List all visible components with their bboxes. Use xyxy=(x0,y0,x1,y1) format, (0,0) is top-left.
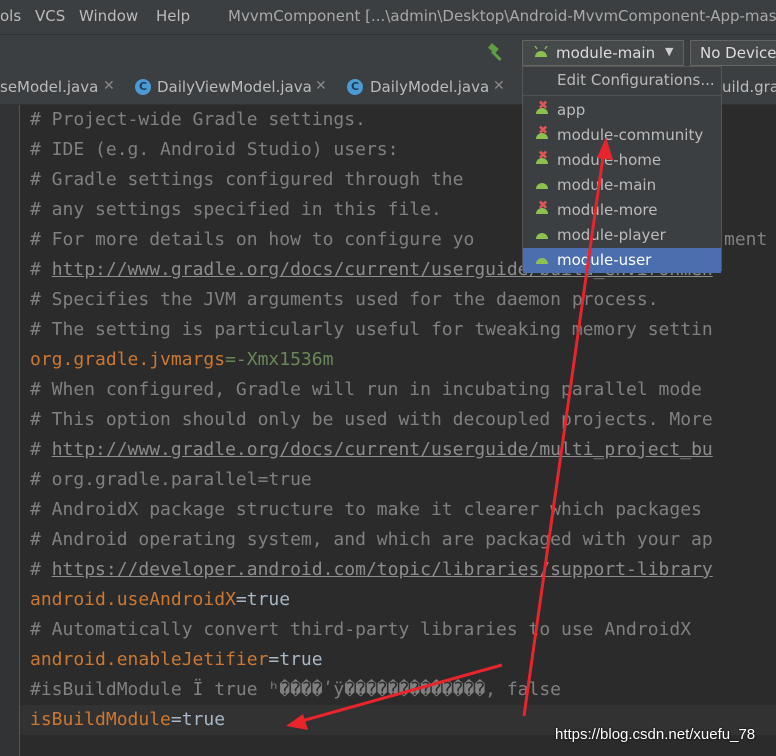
config-item-module-more[interactable]: ✖ module-more xyxy=(523,198,721,223)
code-line: # org.gradle.parallel=true xyxy=(30,469,312,490)
config-item-label: module-more xyxy=(557,201,658,219)
code-line: android.useAndroidX=true xyxy=(30,585,290,615)
config-item-label: module-user xyxy=(557,251,652,269)
tab-viewmodel[interactable]: seModel.java ✕ xyxy=(0,71,128,104)
config-item-module-user[interactable]: module-user xyxy=(523,248,721,273)
config-item-label: app xyxy=(557,101,586,119)
property-value: =-Xmx1536m xyxy=(225,349,334,370)
hammer-icon[interactable] xyxy=(486,42,508,64)
code-text: # xyxy=(30,259,52,280)
code-line: #isBuildModule Ï true ʰ����ʹÿ�����������… xyxy=(30,679,562,700)
code-line: # https://developer.android.com/topic/li… xyxy=(30,555,713,585)
config-item-label: module-main xyxy=(557,176,657,194)
property-value: =true xyxy=(170,709,226,730)
code-line: # any settings specified in this file. xyxy=(30,199,442,220)
property-value: =true xyxy=(268,649,323,670)
code-line: # Android operating system, and which ar… xyxy=(30,529,713,550)
code-line: # Automatically convert third-party libr… xyxy=(30,619,692,640)
close-icon[interactable]: ✕ xyxy=(315,78,327,94)
error-icon: ✖ xyxy=(538,123,549,137)
config-item-label: module-player xyxy=(557,226,666,244)
property-value: =true xyxy=(235,589,291,610)
device-select[interactable]: No Device xyxy=(690,40,776,66)
property-key: org.gradle.jvmargs xyxy=(30,349,226,370)
edit-configurations-item[interactable]: Edit Configurations... xyxy=(523,67,721,95)
code-link[interactable]: https://developer.android.com/topic/libr… xyxy=(52,559,713,580)
android-icon xyxy=(536,233,548,239)
menu-window[interactable]: Window xyxy=(79,7,138,25)
menu-bar: ols VCS Window Help MvvmComponent [...\a… xyxy=(0,0,776,34)
menu-vcs[interactable]: VCS xyxy=(35,7,65,25)
android-icon xyxy=(536,258,548,264)
error-icon: ✖ xyxy=(538,148,549,162)
error-icon: ✖ xyxy=(538,98,549,112)
edit-configurations-label: Edit Configurations... xyxy=(557,71,715,89)
property-key: android.enableJetifier xyxy=(30,649,269,670)
menu-help[interactable]: Help xyxy=(156,7,190,25)
class-icon: C xyxy=(347,79,363,95)
code-text: ment v xyxy=(724,229,768,250)
code-line: android.enableJetifier=true xyxy=(30,645,323,675)
close-icon[interactable]: ✕ xyxy=(493,78,505,94)
code-text: # For more details on how to configure y… xyxy=(30,229,475,250)
error-icon: ✖ xyxy=(538,198,549,212)
code-text: # xyxy=(30,439,52,460)
android-icon xyxy=(536,183,548,189)
tab-label: DailyModel.java xyxy=(370,78,490,96)
config-item-module-community[interactable]: ✖ module-community xyxy=(523,123,721,148)
config-item-module-home[interactable]: ✖ module-home xyxy=(523,148,721,173)
window-title: MvvmComponent [...\admin\Desktop\Android… xyxy=(228,7,776,25)
tab-build-gradle[interactable]: uild.grac xyxy=(722,71,776,104)
property-key: android.useAndroidX xyxy=(30,589,236,610)
tab-label: DailyViewModel.java xyxy=(157,78,312,96)
watermark: https://blog.csdn.net/xuefu_78 xyxy=(555,726,756,743)
code-line: # http://www.gradle.org/docs/current/use… xyxy=(30,435,713,465)
tab-label: uild.grac xyxy=(722,78,776,96)
code-line: # This option should only be used with d… xyxy=(30,409,713,430)
tab-label: seModel.java xyxy=(0,78,99,96)
code-line: # For more details on how to configure y… xyxy=(30,225,767,255)
run-config-dropdown: Edit Configurations... ✖ app ✖ module-co… xyxy=(522,66,722,273)
property-key: isBuildModule xyxy=(30,709,171,730)
menu-tools[interactable]: ols xyxy=(0,7,21,25)
class-icon: C xyxy=(135,79,151,95)
code-line: # The setting is particularly useful for… xyxy=(30,319,713,340)
chevron-down-icon: ▼ xyxy=(665,45,674,58)
dropdown-divider xyxy=(523,95,721,96)
close-icon[interactable]: ✕ xyxy=(103,78,115,94)
run-config-label: module-main xyxy=(556,44,656,62)
code-line: # When configured, Gradle will run in in… xyxy=(30,379,702,400)
code-line: # IDE (e.g. Android Studio) users: xyxy=(30,139,399,160)
editor-gutter xyxy=(0,105,20,756)
config-item-app[interactable]: ✖ app xyxy=(523,98,721,123)
code-text: # xyxy=(30,559,52,580)
run-config-select[interactable]: module-main ▼ xyxy=(522,40,684,66)
android-icon xyxy=(534,46,548,57)
code-line: org.gradle.jvmargs=-Xmx1536m xyxy=(30,345,333,375)
tab-dailyviewmodel[interactable]: C DailyViewModel.java ✕ xyxy=(128,71,340,104)
config-item-label: module-home xyxy=(557,151,662,169)
code-link[interactable]: http://www.gradle.org/docs/current/userg… xyxy=(52,439,713,460)
tab-dailymodel[interactable]: C DailyModel.java ✕ xyxy=(340,71,522,104)
code-line: # Specifies the JVM arguments used for t… xyxy=(30,289,659,310)
code-line: # Project-wide Gradle settings. xyxy=(30,109,366,130)
code-line: # AndroidX package structure to make it … xyxy=(30,499,702,520)
config-item-module-player[interactable]: module-player xyxy=(523,223,721,248)
config-item-module-main[interactable]: module-main xyxy=(523,173,721,198)
config-item-label: module-community xyxy=(557,126,704,144)
